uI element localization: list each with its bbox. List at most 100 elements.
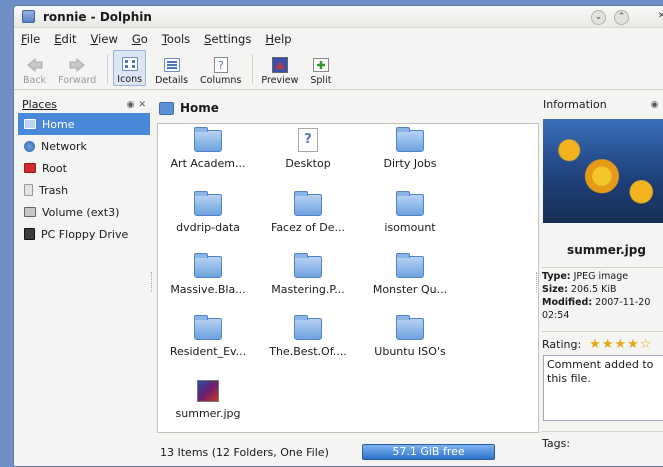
file-name: Resident_Ev... xyxy=(169,345,247,358)
file-item[interactable]: dvdrip-data xyxy=(158,191,258,234)
menu-view[interactable]: View xyxy=(91,32,118,46)
info-float-icon[interactable]: ◉ xyxy=(651,100,659,110)
details-label: Details xyxy=(155,75,189,86)
back-label: Back xyxy=(23,75,47,86)
place-home-label: Home xyxy=(42,117,75,131)
back-button[interactable]: Back xyxy=(20,50,49,86)
places-header: Places ◉ ✕ xyxy=(18,96,150,113)
file-item[interactable]: The.Best.Of.... xyxy=(258,315,358,358)
icons-view-button[interactable]: Icons xyxy=(113,50,147,86)
star-icon[interactable]: ★ xyxy=(589,337,602,352)
place-trash-label: Trash xyxy=(39,183,69,197)
image-preview-thumbnail xyxy=(543,119,663,223)
folder-icon xyxy=(194,315,222,340)
meta-size: Size: 206.5 KiB xyxy=(542,283,663,296)
file-name: isomount xyxy=(384,221,436,234)
file-name: Ubuntu ISO's xyxy=(374,345,446,358)
menu-tools[interactable]: Tools xyxy=(162,32,190,46)
menu-edit[interactable]: Edit xyxy=(54,32,76,46)
title-bar[interactable]: ronnie - Dolphin ⌄ ⌃ ✕ xyxy=(14,6,663,28)
places-float-icon[interactable]: ◉ xyxy=(127,100,135,110)
columns-view-button[interactable]: ? Columns xyxy=(197,50,244,86)
file-item[interactable]: Massive.Bla... xyxy=(158,253,258,296)
preview-button[interactable]: Preview xyxy=(258,50,301,86)
file-name: Mastering.P... xyxy=(271,283,345,296)
info-title: Information xyxy=(543,98,607,111)
info-splitter-handle[interactable] xyxy=(536,272,539,292)
star-icon[interactable]: ☆ xyxy=(640,337,653,352)
preview-icon xyxy=(271,57,289,73)
place-network[interactable]: Network xyxy=(18,135,150,157)
location-breadcrumb[interactable]: Home xyxy=(154,96,539,120)
icons-view-icon xyxy=(121,56,139,72)
place-root[interactable]: Root xyxy=(18,157,150,179)
place-network-label: Network xyxy=(41,139,87,153)
forward-arrow-icon xyxy=(68,57,86,73)
minimize-button[interactable]: ⌄ xyxy=(591,10,606,25)
file-name: Art Academ... xyxy=(170,157,246,170)
menu-settings[interactable]: Settings xyxy=(204,32,251,46)
file-item[interactable]: summer.jpg xyxy=(158,380,258,420)
menu-go-mnemonic: G xyxy=(131,32,141,46)
place-volume[interactable]: Volume (ext3) xyxy=(18,201,150,223)
rating-stars[interactable]: ★★★★☆ xyxy=(589,337,652,352)
menu-settings-rest: ettings xyxy=(211,32,252,46)
rating-row: Rating: ★★★★☆ xyxy=(542,331,663,352)
file-name: Dirty Jobs xyxy=(383,157,437,170)
menu-help-rest: elp xyxy=(274,32,292,46)
item-count: 13 Items (12 Folders, One File) xyxy=(160,445,329,459)
file-item[interactable]: isomount xyxy=(360,191,460,234)
menu-go[interactable]: Go xyxy=(132,32,148,46)
svg-text:?: ? xyxy=(218,59,224,72)
split-label: Split xyxy=(310,75,332,86)
file-item[interactable]: Monster Qu... xyxy=(360,253,460,296)
file-name: dvdrip-data xyxy=(176,221,240,234)
star-icon[interactable]: ★ xyxy=(614,337,627,352)
maximize-button[interactable]: ⌃ xyxy=(614,10,629,25)
place-trash[interactable]: Trash xyxy=(18,179,150,201)
place-home[interactable]: Home xyxy=(18,113,150,135)
file-item[interactable]: Mastering.P... xyxy=(258,253,358,296)
menu-tools-rest: ools xyxy=(166,32,191,46)
info-header-buttons: ◉✕ xyxy=(651,100,663,110)
comment-field[interactable]: Comment added to this file. xyxy=(543,355,663,421)
meta-size-label: Size: xyxy=(542,284,568,295)
file-view-pane: Home Art Academ... ? Desktop Dirty Jobs dvdr… xyxy=(154,96,539,464)
information-panel: Information ◉✕ summer.jpg Type: JPEG ima… xyxy=(539,96,663,464)
selected-filename: summer.jpg xyxy=(567,243,646,257)
menu-view-rest: iew xyxy=(98,32,118,46)
icons-view[interactable]: Art Academ... ? Desktop Dirty Jobs dvdrip-da… xyxy=(157,123,539,433)
file-item[interactable]: Dirty Jobs xyxy=(360,127,460,170)
menu-edit-mnemonic: E xyxy=(54,32,62,46)
star-icon[interactable]: ★ xyxy=(602,337,615,352)
file-item[interactable]: ? Desktop xyxy=(258,128,358,170)
folder-icon xyxy=(396,127,424,152)
file-item[interactable]: Ubuntu ISO's xyxy=(360,315,460,358)
dolphin-app-icon xyxy=(22,10,35,23)
folder-icon xyxy=(294,191,322,216)
menu-file[interactable]: File xyxy=(21,32,40,46)
places-close-icon[interactable]: ✕ xyxy=(138,100,146,110)
meta-size-value: 206.5 KiB xyxy=(570,284,617,295)
file-name: Facez of De... xyxy=(271,221,345,234)
forward-button[interactable]: Forward xyxy=(55,50,99,86)
tags-row[interactable]: Tags: ⌄ xyxy=(542,431,663,450)
file-item[interactable]: Art Academ... xyxy=(158,127,258,170)
close-button[interactable]: ✕ xyxy=(654,10,663,25)
meta-type: Type: JPEG image xyxy=(542,270,663,283)
file-item[interactable]: Facez of De... xyxy=(258,191,358,234)
details-view-button[interactable]: Details xyxy=(152,50,191,86)
tags-label: Tags: xyxy=(542,437,571,450)
preview-label: Preview xyxy=(261,75,299,86)
menu-help-mnemonic: H xyxy=(265,32,275,46)
star-icon[interactable]: ★ xyxy=(627,337,640,352)
file-item[interactable]: Resident_Ev... xyxy=(158,315,258,358)
menu-file-rest: ile xyxy=(26,32,41,46)
menu-help[interactable]: Help xyxy=(265,32,291,46)
split-button[interactable]: Split xyxy=(307,50,334,86)
file-name: Desktop xyxy=(285,157,331,170)
folder-icon xyxy=(396,191,424,216)
place-floppy[interactable]: PC Floppy Drive xyxy=(18,223,150,245)
main-toolbar: Back Forward Icons Details ? Columns Pre… xyxy=(14,50,663,90)
place-root-label: Root xyxy=(42,161,67,175)
